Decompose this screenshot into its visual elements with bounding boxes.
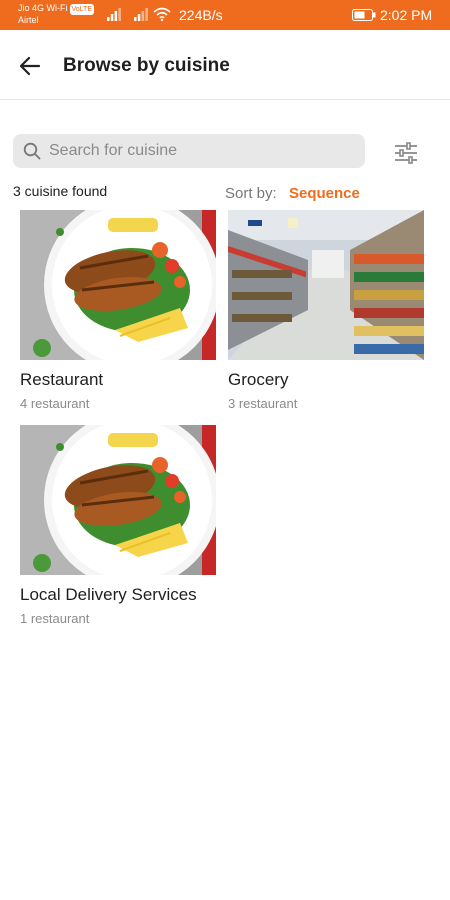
- cuisine-name: Local Delivery Services: [20, 585, 197, 604]
- back-button[interactable]: [14, 50, 46, 82]
- carrier-primary: Jio 4G Wi-Fi: [18, 3, 68, 13]
- sort-dropdown[interactable]: Sequence: [289, 185, 360, 202]
- search-input[interactable]: [49, 142, 349, 160]
- app-bar: Browse by cuisine: [0, 30, 450, 100]
- cuisine-card-grocery[interactable]: Grocery 3 restaurant: [228, 210, 424, 411]
- status-bar: Jio 4G Wi-Fi VoLTE Airtel 224B/s 2:02 PM: [0, 0, 450, 30]
- signal-icon: [134, 8, 148, 21]
- filter-button[interactable]: [391, 139, 421, 167]
- cuisine-name: Grocery: [228, 370, 289, 389]
- cuisine-name: Restaurant: [20, 370, 104, 389]
- cuisine-card-local-delivery-services[interactable]: Local Delivery Services 1 restaurant: [20, 425, 216, 626]
- arrow-left-icon: [19, 56, 41, 76]
- volte-badge: VoLTE: [69, 4, 94, 15]
- grocery-aisle-image: [228, 210, 424, 360]
- network-speed: 224B/s: [179, 7, 223, 23]
- restaurant-count: 4 restaurant: [20, 396, 90, 411]
- battery-icon: [352, 9, 376, 21]
- signal-icon: [107, 8, 121, 21]
- food-plate-image: [20, 425, 216, 575]
- wifi-icon: [153, 7, 171, 21]
- carrier-info: Jio 4G Wi-Fi VoLTE Airtel: [18, 3, 94, 26]
- restaurant-count: 1 restaurant: [20, 611, 90, 626]
- food-plate-image: [20, 210, 216, 360]
- search-bar[interactable]: [13, 134, 365, 168]
- page-title: Browse by cuisine: [63, 55, 230, 76]
- cuisine-card-restaurant[interactable]: Restaurant 4 restaurant: [20, 210, 216, 411]
- restaurant-count: 3 restaurant: [228, 396, 298, 411]
- carrier-secondary: Airtel: [18, 15, 39, 25]
- clock: 2:02 PM: [380, 7, 433, 23]
- sort-label: Sort by:: [225, 185, 277, 202]
- results-count: 3 cuisine found: [13, 183, 108, 199]
- sliders-icon: [395, 142, 417, 164]
- search-icon: [23, 142, 41, 160]
